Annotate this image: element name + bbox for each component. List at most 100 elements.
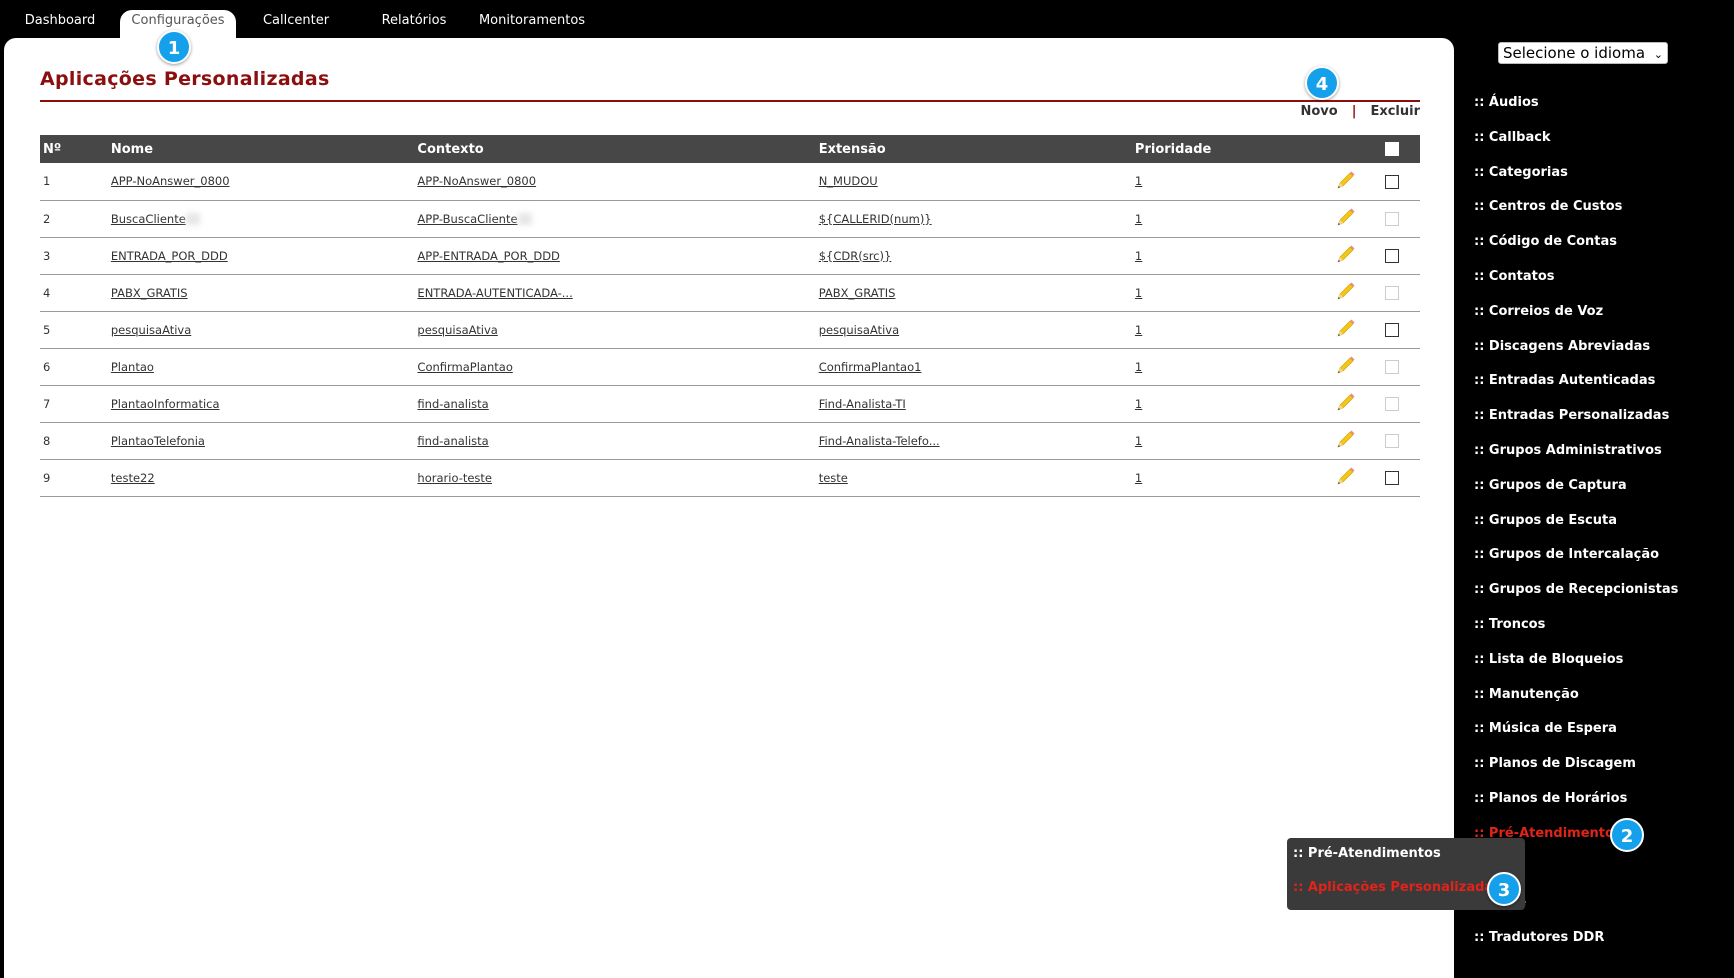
row-checkbox[interactable] bbox=[1385, 211, 1400, 226]
cell-num: 6 bbox=[43, 359, 51, 374]
priority-link[interactable]: 1 bbox=[1135, 323, 1142, 337]
sidebar-item[interactable]: :: Áudios bbox=[1474, 92, 1732, 127]
row-checkbox[interactable] bbox=[1385, 396, 1400, 411]
cell-num: 4 bbox=[43, 285, 51, 300]
cell-num: 8 bbox=[43, 433, 51, 448]
row-checkbox[interactable] bbox=[1385, 433, 1400, 448]
tab-callcenter[interactable]: Callcenter bbox=[256, 10, 336, 38]
extension-link[interactable]: teste bbox=[819, 471, 848, 485]
delete-link[interactable]: Excluir bbox=[1370, 104, 1420, 119]
sidebar-item[interactable]: :: Centros de Custos bbox=[1474, 196, 1732, 231]
pencil-icon[interactable] bbox=[1335, 354, 1357, 376]
sidebar-item[interactable]: :: Planos de Discagem bbox=[1474, 753, 1732, 788]
pencil-icon[interactable] bbox=[1335, 243, 1357, 265]
table-body: 1 APP-NoAnswer_0800 APP-NoAnswer_0800 N_MUD… bbox=[40, 163, 1420, 496]
name-link[interactable]: pesquisaAtiva bbox=[111, 323, 191, 337]
sidebar-item[interactable]: :: Troncos bbox=[1474, 614, 1732, 649]
name-link[interactable]: BuscaCliente bbox=[111, 212, 186, 226]
sidebar-item[interactable]: :: Lista de Bloqueios bbox=[1474, 649, 1732, 684]
sidebar-item[interactable]: :: Música de Espera bbox=[1474, 718, 1732, 753]
sidebar-item[interactable]: :: Código de Contas bbox=[1474, 231, 1732, 266]
name-link[interactable]: PlantaoInformatica bbox=[111, 397, 220, 411]
sidebar-item[interactable]: :: Contatos bbox=[1474, 266, 1732, 301]
submenu-item-aplicacoes-personalizadas[interactable]: :: Aplicações Personalizadas bbox=[1293, 880, 1501, 895]
col-select bbox=[1382, 135, 1420, 163]
pencil-icon[interactable] bbox=[1335, 169, 1357, 191]
table-row: 2 BuscaCliente APP-BuscaCliente ${CALLERID(… bbox=[40, 200, 1420, 237]
row-checkbox[interactable] bbox=[1385, 322, 1400, 337]
sidebar-item[interactable]: :: Grupos de Escuta bbox=[1474, 510, 1732, 545]
col-extension: Extensão bbox=[818, 141, 886, 157]
context-link[interactable]: find-analista bbox=[417, 434, 488, 448]
priority-link[interactable]: 1 bbox=[1135, 360, 1142, 374]
context-link[interactable]: find-analista bbox=[417, 397, 488, 411]
extension-link[interactable]: N_MUDOU bbox=[819, 174, 878, 188]
sidebar-item[interactable]: :: Categorias bbox=[1474, 162, 1732, 197]
row-checkbox[interactable] bbox=[1385, 359, 1400, 374]
extension-link[interactable]: ConfirmaPlantao1 bbox=[819, 360, 922, 374]
name-link[interactable]: PABX_GRATIS bbox=[111, 286, 188, 300]
context-link[interactable]: ENTRADA-AUTENTICADA-... bbox=[417, 286, 572, 300]
tab-relatorios[interactable]: Relatórios bbox=[372, 10, 456, 38]
sidebar-item[interactable]: :: Entradas Autenticadas bbox=[1474, 370, 1732, 405]
extension-link[interactable]: Find-Analista-Telefo... bbox=[819, 434, 940, 448]
extension-link[interactable]: pesquisaAtiva bbox=[819, 323, 899, 337]
sidebar-item[interactable]: :: Discagens Abreviadas bbox=[1474, 336, 1732, 371]
name-link[interactable]: Plantao bbox=[111, 360, 154, 374]
priority-link[interactable]: 1 bbox=[1135, 212, 1142, 226]
row-checkbox[interactable] bbox=[1385, 174, 1400, 189]
name-link[interactable]: ENTRADA_POR_DDD bbox=[111, 249, 228, 263]
context-link[interactable]: APP-BuscaCliente bbox=[417, 212, 517, 226]
priority-link[interactable]: 1 bbox=[1135, 434, 1142, 448]
main-panel: Aplicações Personalizadas Novo | Excluir N… bbox=[4, 38, 1454, 978]
sidebar-item[interactable]: :: Planos de Horários bbox=[1474, 788, 1732, 823]
extension-link[interactable]: PABX_GRATIS bbox=[819, 286, 896, 300]
name-link[interactable]: teste22 bbox=[111, 471, 155, 485]
new-link[interactable]: Novo bbox=[1300, 104, 1337, 119]
pencil-icon[interactable] bbox=[1335, 391, 1357, 413]
sidebar-menu: :: Áudios:: Callback:: Categorias:: Cent… bbox=[1474, 92, 1732, 962]
extension-link[interactable]: Find-Analista-TI bbox=[819, 397, 906, 411]
pencil-icon[interactable] bbox=[1335, 206, 1357, 228]
context-link[interactable]: ConfirmaPlantao bbox=[417, 360, 512, 374]
tab-dashboard[interactable]: Dashboard bbox=[18, 10, 102, 38]
context-link[interactable]: horario-teste bbox=[417, 471, 492, 485]
pencil-icon[interactable] bbox=[1335, 280, 1357, 302]
sidebar-item[interactable]: :: Grupos Administrativos bbox=[1474, 440, 1732, 475]
sidebar-item[interactable]: :: Correios de Voz bbox=[1474, 301, 1732, 336]
sidebar-item[interactable]: :: Callback bbox=[1474, 127, 1732, 162]
extension-link[interactable]: ${CDR(src)} bbox=[819, 249, 892, 263]
context-link[interactable]: pesquisaAtiva bbox=[417, 323, 497, 337]
row-checkbox[interactable] bbox=[1385, 470, 1400, 485]
priority-link[interactable]: 1 bbox=[1135, 174, 1142, 188]
select-all-checkbox[interactable] bbox=[1385, 142, 1400, 156]
priority-link[interactable]: 1 bbox=[1135, 471, 1142, 485]
language-select[interactable]: Selecione o idioma ⌄ bbox=[1498, 42, 1668, 64]
extension-link[interactable]: ${CALLERID(num)} bbox=[819, 212, 932, 226]
name-link[interactable]: APP-NoAnswer_0800 bbox=[111, 174, 230, 188]
sidebar-item[interactable]: :: Tradutores DDR bbox=[1474, 927, 1732, 962]
context-link[interactable]: APP-ENTRADA_POR_DDD bbox=[417, 249, 559, 263]
sidebar-item[interactable]: :: Manutenção bbox=[1474, 684, 1732, 719]
sidebar-item[interactable]: :: Entradas Personalizadas bbox=[1474, 405, 1732, 440]
priority-link[interactable]: 1 bbox=[1135, 286, 1142, 300]
cell-num: 9 bbox=[43, 470, 51, 485]
sidebar-item[interactable]: :: Grupos de Recepcionistas bbox=[1474, 579, 1732, 614]
priority-link[interactable]: 1 bbox=[1135, 397, 1142, 411]
sidebar-item[interactable]: :: Grupos de Captura bbox=[1474, 475, 1732, 510]
submenu-popup: :: Pré-Atendimentos :: Aplicações Person… bbox=[1287, 838, 1525, 910]
pencil-icon[interactable] bbox=[1335, 465, 1357, 487]
sidebar-item[interactable]: :: Grupos de Intercalação bbox=[1474, 544, 1732, 579]
step-marker-4: 4 bbox=[1305, 66, 1339, 100]
table-row: 5 pesquisaAtiva pesquisaAtiva pesquisaAtiva… bbox=[40, 311, 1420, 348]
tab-monitoramentos[interactable]: Monitoramentos bbox=[478, 10, 586, 38]
context-link[interactable]: APP-NoAnswer_0800 bbox=[417, 174, 536, 188]
pencil-icon[interactable] bbox=[1335, 317, 1357, 339]
submenu-item-pre-atendimentos[interactable]: :: Pré-Atendimentos bbox=[1293, 846, 1441, 861]
name-link[interactable]: PlantaoTelefonia bbox=[111, 434, 205, 448]
pencil-icon[interactable] bbox=[1335, 428, 1357, 450]
chevron-down-icon: ⌄ bbox=[1653, 48, 1663, 61]
row-checkbox[interactable] bbox=[1385, 248, 1400, 263]
priority-link[interactable]: 1 bbox=[1135, 249, 1142, 263]
row-checkbox[interactable] bbox=[1385, 285, 1400, 300]
